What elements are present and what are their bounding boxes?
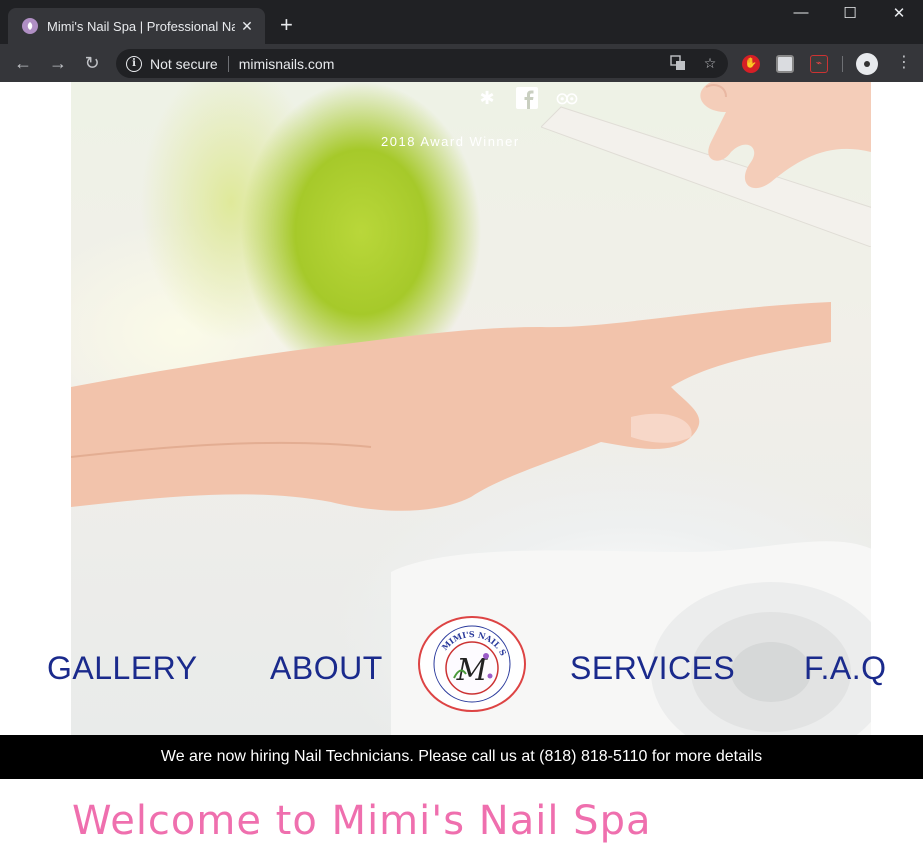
star-icon[interactable]: ☆	[702, 55, 718, 71]
minimize-icon[interactable]: —	[791, 4, 811, 21]
menu-icon[interactable]: ⋮	[896, 54, 912, 72]
logo-emblem-icon: MIMI'S NAIL SPA M	[416, 610, 511, 703]
tab-strip: Mimi's Nail Spa | Professional Na ✕ + — …	[0, 0, 923, 44]
stop-extension-icon[interactable]: ✋	[742, 55, 760, 73]
window-close-icon[interactable]: ✕	[889, 4, 909, 22]
hiring-banner: We are now hiring Nail Technicians. Plea…	[0, 735, 923, 779]
forward-arrow-icon[interactable]: →	[47, 52, 69, 74]
maximize-icon[interactable]: ☐	[840, 4, 860, 22]
address-divider	[227, 55, 229, 72]
hiring-banner-text: We are now hiring Nail Technicians. Plea…	[160, 748, 763, 765]
site-logo[interactable]: MIMI'S NAIL SPA M	[416, 610, 526, 712]
profile-avatar-icon[interactable]	[856, 53, 878, 75]
site-favicon-icon	[22, 18, 38, 34]
info-icon[interactable]: i	[126, 55, 142, 72]
facebook-icon[interactable]	[515, 86, 539, 110]
toolbar-divider	[842, 56, 843, 72]
address-bar[interactable]: i Not secure mimisnails.com ☆	[116, 49, 728, 78]
translate-icon[interactable]	[670, 55, 686, 71]
back-arrow-icon[interactable]: ←	[12, 52, 34, 74]
tab-title: Mimi's Nail Spa | Professional Na	[47, 18, 235, 34]
nav-gallery-link[interactable]: GALLERY	[47, 650, 198, 687]
new-tab-button[interactable]: +	[280, 14, 293, 36]
cast-extension-icon[interactable]	[776, 55, 794, 73]
award-text: 2018 Award Winner	[381, 134, 520, 149]
security-label[interactable]: Not secure	[150, 56, 218, 72]
tab-close-icon[interactable]: ✕	[239, 18, 255, 35]
nav-about-link[interactable]: ABOUT	[270, 650, 383, 687]
url-text[interactable]: mimisnails.com	[239, 56, 335, 72]
nav-services-link[interactable]: SERVICES	[570, 650, 735, 687]
pdf-extension-icon[interactable]: ⌁	[810, 55, 828, 73]
upper-hand-shape	[700, 82, 871, 189]
browser-toolbar: ← → ↻ i Not secure mimisnails.com ☆ ✋ ⌁ …	[0, 44, 923, 82]
web-page: ✱ 2018 Award Winner GALLERY ABOUT MIMI'S…	[0, 82, 923, 848]
main-hand-shape	[71, 302, 831, 511]
tripadvisor-icon[interactable]	[555, 86, 579, 110]
browser-tab[interactable]: Mimi's Nail Spa | Professional Na ✕	[8, 8, 265, 44]
social-links: ✱	[475, 86, 579, 110]
yelp-icon[interactable]: ✱	[475, 86, 499, 110]
nav-faq-link[interactable]: F.A.Q	[804, 650, 887, 687]
welcome-heading: Welcome to Mimi's Nail Spa	[72, 798, 652, 844]
reload-icon[interactable]: ↻	[81, 52, 103, 74]
